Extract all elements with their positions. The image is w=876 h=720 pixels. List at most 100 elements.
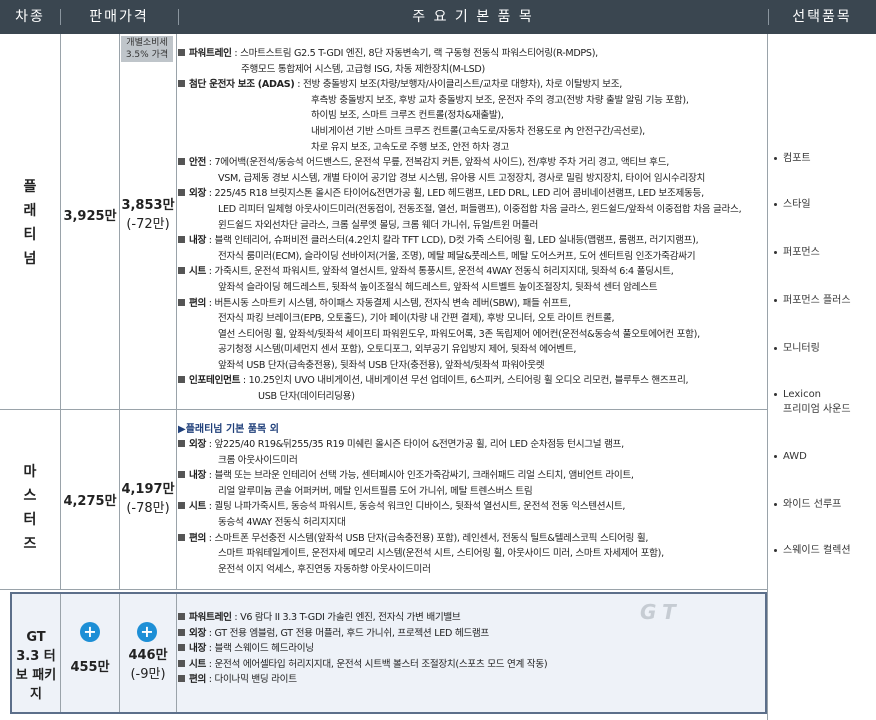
feature-line: 윈드쉴드 자외선차단 글라스, 크롬 실루엣 몰딩, 크롬 웨더 가니쉬, 듀얼… xyxy=(178,218,741,234)
feature-line: 앞좌석 슬라이딩 헤드레스트, 뒷좌석 높이조절식 헤드레스트, 앞좌석 시트벨… xyxy=(178,280,741,296)
feature-line: 내비게이션 기반 스마트 크루즈 컨트롤(고속도로/자동차 전용도로 內 안전구… xyxy=(178,124,741,140)
feature-category: 편의 xyxy=(189,674,207,686)
price-platinum: 3,925만 xyxy=(63,209,117,224)
tax-price-diff: (-72만) xyxy=(126,217,170,232)
feature-line: 차로 유지 보조, 고속도로 주행 보조, 안전 하차 경고 xyxy=(178,140,741,156)
feature-text: 스마트 파워테일게이트, 운전자세 메모리 시스템(운전석 시트, 스티어링 휠… xyxy=(218,548,664,560)
feature-line: 전자식 룸미러(ECM), 슬라이딩 선바이저(거울, 조명), 메탈 페달&풋… xyxy=(178,249,741,265)
plus-icon: + xyxy=(80,622,100,642)
bullet-square-icon xyxy=(178,376,185,384)
feature-line: LED 리피터 일체형 아웃사이드미러(전동접이, 전동조절, 열선, 퍼들램프… xyxy=(178,202,742,218)
masters-subhead: ▶플래티넘 기본 품목 외 xyxy=(178,424,279,435)
bullet-dot-icon xyxy=(774,502,777,506)
feature-category: 내장 xyxy=(189,643,207,655)
feature-line: 크롬 아웃사이드미러 xyxy=(178,453,664,469)
feature-line: USB 단자(데이터리딩용) xyxy=(178,389,741,405)
feature-text: 블랙 또는 브라운 인테리어 선택 가능, 센터페시아 인조가죽감싸기, 크래쉬… xyxy=(214,470,634,482)
masters-features: 외장 : 앞225/40 R19&뒤255/35 R19 미쉐린 올시즌 타이어… xyxy=(178,437,664,577)
feature-line: 시트 : 퀼팅 나파가죽시트, 동승석 파워시트, 동승석 워크인 디바이스, … xyxy=(178,499,664,515)
feature-text: V6 람다 II 3.3 T-GDI 가솔린 엔진, 전자식 가변 배기밸브 xyxy=(240,612,461,623)
grid-line xyxy=(176,594,177,712)
price-table: 차종 판매가격 주 요 기 본 품 목 선택품목 개별소비세 3.5% 가격 플… xyxy=(0,0,876,720)
feature-line: 내장 : 블랙 스웨이드 헤드라이닝 xyxy=(178,641,547,657)
feature-line: 인포테인먼트 : 10.25인치 UVO 내비게이션, 내비게이션 무선 업데이… xyxy=(178,373,741,389)
bullet-square-icon xyxy=(178,613,185,620)
feature-line: 열선 스티어링 휠, 앞좌석/뒷좌석 세이프티 파워윈도우, 파워도어록, 3존… xyxy=(178,327,741,343)
feature-text: 공기청정 시스템(미세먼지 센서 포함), 오토디포그, 외부공기 유입방지 제… xyxy=(218,344,577,356)
feature-line: 하이빔 보조, 스마트 크루즈 컨트롤(정차&재출발), xyxy=(178,108,741,124)
feature-text: 운전석 이지 억세스, 후진연동 자동하향 아웃사이드미러 xyxy=(218,563,431,575)
feature-text: 스마트스트림 G2.5 T-GDI 엔진, 8단 자동변속기, 랙 구동형 전동… xyxy=(240,48,598,59)
feature-text: VSM, 급제동 경보 시스템, 개별 타이어 공기압 경보 시스템, 유아용 … xyxy=(218,172,706,184)
feature-text: 열선 스티어링 휠, 앞좌석/뒷좌석 세이프티 파워윈도우, 파워도어록, 3존… xyxy=(218,328,700,340)
feature-category: 외장 xyxy=(189,439,207,450)
bullet-square-icon xyxy=(178,236,185,244)
feature-text: 스마트폰 무선충전 시스템(앞좌석 USB 단자(급속충전용) 포함), 레인센… xyxy=(214,532,649,544)
bullet-square-icon xyxy=(178,80,185,88)
feature-category: 시트 xyxy=(189,501,207,513)
feature-text: USB 단자(데이터리딩용) xyxy=(258,391,355,403)
bullet-square-icon xyxy=(178,298,185,306)
feature-line: 첨단 운전자 보조 (ADAS) : 전방 충돌방지 보조(차량/보행자/사이클… xyxy=(178,77,741,93)
bullet-square-icon xyxy=(178,440,185,447)
feature-line: 파워트레인 : 스마트스트림 G2.5 T-GDI 엔진, 8단 자동변속기, … xyxy=(178,46,741,62)
bullet-square-icon xyxy=(178,675,185,683)
tax-price-value: 4,197만 xyxy=(121,482,175,497)
bullet-square-icon xyxy=(178,158,185,166)
option-item: AWD xyxy=(774,449,807,464)
bullet-dot-icon xyxy=(774,156,777,160)
feature-line: 운전석 이지 억세스, 후진연동 자동하향 아웃사이드미러 xyxy=(178,562,664,578)
feature-text: 블랙 스웨이드 헤드라이닝 xyxy=(214,643,315,655)
trim-name-platinum: 플래티넘 xyxy=(23,179,37,267)
tax-price-diff: (-78만) xyxy=(126,501,170,516)
feature-line: 안전 : 7에어백(운전석/동승석 어드밴스드, 운전석 무릎, 전복감지 커튼… xyxy=(178,155,741,171)
feature-text: 다이나믹 밴딩 라이트 xyxy=(214,674,298,686)
bullet-dot-icon xyxy=(774,454,777,458)
feature-category: 시트 xyxy=(189,266,207,278)
option-item: 컴포트 xyxy=(774,151,811,166)
feature-category: 내장 xyxy=(189,470,207,482)
grid-line xyxy=(176,34,177,590)
tax-badge: 개별소비세 3.5% 가격 xyxy=(121,36,173,62)
bullet-dot-icon xyxy=(774,202,777,206)
header-price: 판매가격 xyxy=(89,9,149,25)
feature-text: 후측방 충돌방지 보조, 후방 교차 충돌방지 보조, 운전자 주의 경고(전방… xyxy=(311,94,689,106)
feature-line: 주행모드 통합제어 시스템, 고급형 ISG, 차동 제한장치(M-LSD) xyxy=(178,62,741,78)
bullet-square-icon xyxy=(178,533,185,541)
bullet-dot-icon xyxy=(774,346,777,350)
trim-name-masters: 마스터즈 xyxy=(23,464,37,552)
trim-name-gt: GT 3.3 터보 패키지 xyxy=(15,630,57,702)
option-item: 와이드 선루프 xyxy=(774,497,841,512)
grid-line xyxy=(0,589,768,590)
feature-category: 안전 xyxy=(189,157,207,169)
feature-text: LED 리피터 일체형 아웃사이드미러(전동접이, 전동조절, 열선, 퍼들램프… xyxy=(218,203,742,215)
feature-category: 외장 xyxy=(189,627,207,639)
feature-text: 크롬 아웃사이드미러 xyxy=(218,454,298,466)
gt-logo: GT xyxy=(640,600,682,624)
feature-text: 블랙 인테리어, 슈퍼비전 클러스터(4.2인치 칼라 TFT LCD), D컷… xyxy=(214,235,699,247)
feature-line: 편의 : 스마트폰 무선충전 시스템(앞좌석 USB 단자(급속충전용) 포함)… xyxy=(178,531,664,547)
feature-text: 전자식 룸미러(ECM), 슬라이딩 선바이저(거울, 조명), 메탈 페달&풋… xyxy=(218,250,696,262)
gt-features: 파워트레인 : V6 람다 II 3.3 T-GDI 가솔린 엔진, 전자식 가… xyxy=(178,610,548,688)
feature-line: 편의 : 다이나믹 밴딩 라이트 xyxy=(178,672,547,688)
bullet-square-icon xyxy=(178,49,185,56)
feature-line: VSM, 급제동 경보 시스템, 개별 타이어 공기압 경보 시스템, 유아용 … xyxy=(178,171,741,187)
feature-text: 가죽시트, 운전석 파워시트, 앞좌석 열선시트, 앞좌석 통풍시트, 운전석 … xyxy=(214,266,674,278)
tax-price-value: 3,853만 xyxy=(121,198,175,213)
feature-line: 외장 : 앞225/40 R19&뒤255/35 R19 미쉐린 올시즌 타이어… xyxy=(178,437,664,453)
bullet-square-icon xyxy=(178,267,185,275)
feature-line: 외장 : GT 전용 엠블럼, GT 전용 머플러, 후드 가니쉬, 프로젝션 … xyxy=(178,626,547,642)
feature-text: 하이빔 보조, 스마트 크루즈 컨트롤(정차&재출발), xyxy=(311,110,504,122)
tax-price-platinum: 3,853만 (-72만) xyxy=(120,196,176,234)
feature-text: 주행모드 통합제어 시스템, 고급형 ISG, 차동 제한장치(M-LSD) xyxy=(241,63,485,75)
table-header: 차종 판매가격 주 요 기 본 품 목 선택품목 xyxy=(0,0,876,34)
feature-line: 동승석 4WAY 전동식 허리지지대 xyxy=(178,515,664,531)
bullet-square-icon xyxy=(178,471,185,479)
bullet-square-icon xyxy=(178,189,185,197)
feature-category: 파워트레인 xyxy=(189,612,232,623)
feature-text: 앞좌석 슬라이딩 헤드레스트, 뒷좌석 높이조절식 헤드레스트, 앞좌석 시트벨… xyxy=(218,281,658,293)
feature-line: 편의 : 버튼시동 스마트키 시스템, 하이패스 자동결제 시스템, 전자식 변… xyxy=(178,296,741,312)
feature-category: 인포테인먼트 xyxy=(189,375,241,387)
tax-price-value: 446만 xyxy=(128,648,168,663)
feature-line: 파워트레인 : V6 람다 II 3.3 T-GDI 가솔린 엔진, 전자식 가… xyxy=(178,610,547,626)
